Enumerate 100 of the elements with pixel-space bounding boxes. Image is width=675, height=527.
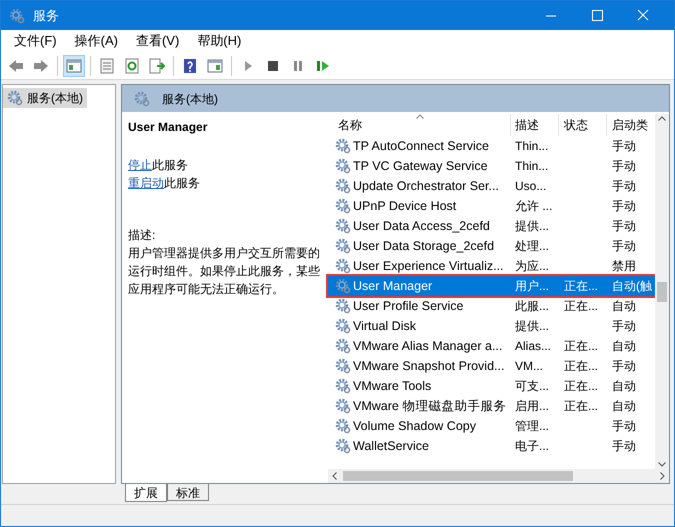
table-cell-text: User Manager: [353, 278, 432, 295]
menu-item[interactable]: 查看(V): [126, 31, 188, 51]
gear-icon: [335, 298, 351, 314]
service-row[interactable]: User Data Storage_2cefd 处理... 手动: [328, 236, 655, 256]
table-cell: 手动: [612, 359, 636, 373]
action-link[interactable]: 停止: [128, 156, 152, 174]
scroll-down-icon[interactable]: [658, 462, 666, 467]
service-row[interactable]: Volume Shadow Copy 管理... 手动: [328, 416, 655, 436]
panel-icon: [207, 58, 223, 74]
toolbar-button[interactable]: [63, 54, 85, 76]
menu-item[interactable]: 帮助(H): [188, 31, 250, 51]
gear-icon: [335, 398, 351, 414]
table-cell: 正在...: [564, 359, 598, 373]
scroll-left-icon[interactable]: [332, 472, 337, 480]
table-cell-text: UPnP Device Host: [353, 198, 456, 215]
document-icon: [99, 58, 115, 74]
table-cell-text: TP VC Gateway Service: [353, 158, 488, 175]
table-cell-text: TP AutoConnect Service: [353, 138, 489, 155]
gear-icon: [335, 138, 351, 154]
service-row[interactable]: VMware Alias Manager a... Alias... 正在... 自动: [328, 336, 655, 356]
table-cell: 自动: [612, 339, 636, 353]
action-link[interactable]: 重启动: [128, 174, 164, 192]
column-header[interactable]: 状态: [559, 114, 607, 136]
table-cell: 自动: [612, 399, 636, 413]
gear-icon: [335, 358, 351, 374]
gear-icon: [335, 258, 351, 274]
service-row[interactable]: UPnP Device Host 允许 ... 手动: [328, 196, 655, 216]
table-cell: 可支...: [515, 379, 550, 393]
forward-arrow-icon: [33, 58, 49, 74]
gear-icon: [134, 90, 150, 106]
table-cell: 手动: [612, 179, 636, 193]
scroll-thumb[interactable]: [343, 471, 573, 481]
table-cell-text: VMware 物理磁盘助手服务: [353, 398, 506, 415]
action-label: 此服务: [164, 175, 200, 192]
view-tab[interactable]: 扩展: [125, 484, 167, 502]
gear-icon: [335, 378, 351, 394]
column-header[interactable]: 描述: [511, 114, 559, 136]
table-cell-text: Update Orchestrator Ser...: [353, 178, 499, 195]
gear-icon: [335, 158, 351, 174]
table-cell: 手动: [612, 159, 636, 173]
table-cell: VM...: [515, 359, 544, 373]
service-row[interactable]: Update Orchestrator Ser... Uso... 手动: [328, 176, 655, 196]
table-cell: Uso...: [515, 179, 546, 193]
table-cell-text: User Data Access_2cefd: [353, 218, 490, 235]
table-cell: 用户...: [515, 279, 550, 293]
description-label: 描述:: [128, 227, 156, 244]
service-row[interactable]: TP VC Gateway Service Thin... 手动: [328, 156, 655, 176]
service-row[interactable]: TP AutoConnect Service Thin... 手动: [328, 136, 655, 156]
sort-caret-icon: [416, 114, 424, 119]
tree-item[interactable]: 服务(本地): [3, 88, 87, 108]
view-tab[interactable]: 标准: [167, 484, 209, 501]
vertical-scrollbar[interactable]: [655, 114, 669, 469]
table-cell: 提供...: [515, 219, 550, 233]
service-row[interactable]: User Data Access_2cefd 提供... 手动: [328, 216, 655, 236]
scroll-right-icon[interactable]: [660, 472, 665, 480]
horizontal-scrollbar[interactable]: [328, 469, 669, 483]
table-cell: 手动: [612, 219, 636, 233]
table-cell-text: VMware Alias Manager a...: [353, 338, 502, 355]
window-title: 服务: [33, 6, 59, 25]
service-row[interactable]: User Manager 用户... 正在... 自动(触: [328, 276, 655, 296]
menu-item[interactable]: 操作(A): [66, 31, 127, 51]
table-cell: 正在...: [564, 399, 598, 413]
service-row[interactable]: Virtual Disk 提供... 手动: [328, 316, 655, 336]
table-cell: 手动: [612, 139, 636, 153]
scroll-thumb[interactable]: [657, 282, 667, 302]
service-row[interactable]: User Experience Virtualiz... 为应... 禁用: [328, 256, 655, 276]
table-cell: 自动: [612, 299, 636, 313]
table-cell-text: Virtual Disk: [353, 318, 416, 335]
service-row[interactable]: VMware 物理磁盘助手服务 启用... 正在... 自动: [328, 396, 655, 416]
gear-icon: [335, 198, 351, 214]
service-row[interactable]: User Profile Service 此服... 正在... 自动: [328, 296, 655, 316]
service-row[interactable]: WalletService 电子... 手动: [328, 436, 655, 456]
table-cell-text: User Data Storage_2cefd: [353, 238, 494, 255]
panel-title: 服务(本地): [162, 90, 218, 108]
column-header[interactable]: 启动类: [607, 114, 655, 136]
panel-icon: [66, 58, 82, 74]
table-cell: 手动: [612, 439, 636, 453]
gear-icon: [335, 178, 351, 194]
gear-icon: [335, 218, 351, 234]
action-label: 此服务: [152, 157, 188, 174]
service-row[interactable]: VMware Snapshot Provid... VM... 正在... 手动: [328, 356, 655, 376]
table-cell: 手动: [612, 199, 636, 213]
table-cell: 允许 ...: [515, 199, 552, 213]
refresh-icon: [124, 58, 140, 74]
table-cell: 处理...: [515, 239, 550, 253]
table-cell: 手动: [612, 319, 636, 333]
column-header[interactable]: 名称: [328, 114, 511, 136]
service-title: User Manager: [128, 119, 208, 136]
table-cell: 手动: [612, 419, 636, 433]
scroll-up-icon[interactable]: [658, 116, 666, 121]
table-cell-text: User Experience Virtualiz...: [353, 258, 504, 275]
gear-icon: [335, 318, 351, 334]
service-row[interactable]: VMware Tools 可支... 正在... 自动: [328, 376, 655, 396]
table-cell: 管理...: [515, 419, 550, 433]
table-cell: 手动: [612, 239, 636, 253]
app-gear-icon: [9, 8, 25, 24]
table-cell: 正在...: [564, 339, 598, 353]
table-cell: 提供...: [515, 319, 550, 333]
menu-item[interactable]: 文件(F): [5, 31, 66, 51]
gear-icon: [7, 90, 23, 106]
